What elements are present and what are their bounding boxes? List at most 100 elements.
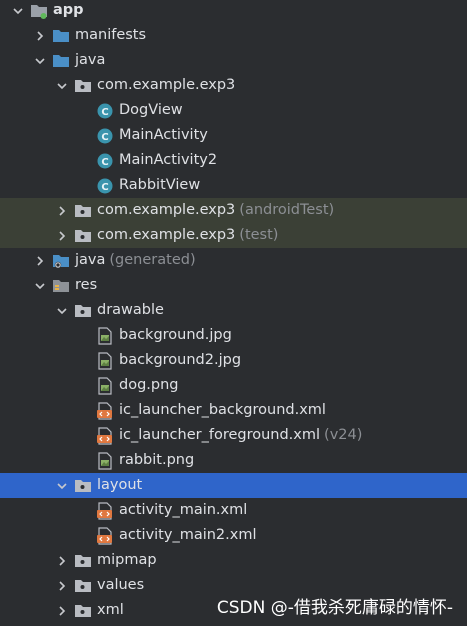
tree-item-suffix: (test) (239, 227, 279, 243)
tree-item-label: activity_main2.xml (119, 527, 257, 543)
package-icon (74, 202, 92, 220)
tree-item-suffix: (androidTest) (239, 202, 335, 218)
tree-item-label: background2.jpg (119, 352, 242, 368)
tree-item-activity-main2-xml[interactable]: activity_main2.xml (0, 523, 467, 548)
chevron-right-icon[interactable] (54, 603, 70, 619)
chevron-right-icon[interactable] (54, 553, 70, 569)
package-icon (74, 577, 92, 595)
image-file-icon (96, 376, 114, 395)
tree-item-label: com.example.exp3 (97, 227, 236, 243)
tree-item-label: activity_main.xml (119, 502, 248, 518)
tree-item-java-generated[interactable]: java (generated) (0, 248, 467, 273)
tree-item-drawable[interactable]: drawable (0, 298, 467, 323)
chevron-down-icon[interactable] (32, 53, 48, 69)
tree-item-label: com.example.exp3 (97, 77, 236, 93)
package-icon (74, 77, 92, 95)
package-icon (74, 552, 92, 570)
svg-text:C: C (101, 132, 108, 143)
tree-item-label: dog.png (119, 377, 179, 393)
tree-item-suffix: (generated) (109, 252, 196, 268)
project-tree: app manifests java com.example.exp3 C DogView… (0, 0, 467, 626)
tree-item-ic-launcher-foreground-xml-v24[interactable]: ic_launcher_foreground.xml (v24) (0, 423, 467, 448)
chevron-right-icon[interactable] (54, 228, 70, 244)
folder-icon (52, 27, 70, 45)
tree-item-label: ic_launcher_foreground.xml (119, 427, 321, 443)
tree-item-res[interactable]: res (0, 273, 467, 298)
tree-item-label: drawable (97, 302, 164, 318)
watermark: CSDN @-借我杀死庸碌的情怀- (216, 598, 453, 618)
tree-item-background2-jpg[interactable]: background2.jpg (0, 348, 467, 373)
tree-item-label: java (75, 252, 106, 268)
chevron-down-icon[interactable] (10, 3, 26, 19)
image-file-icon (96, 326, 114, 345)
tree-item-label: DogView (119, 102, 183, 118)
tree-item-com-example-exp3-test[interactable]: com.example.exp3 (test) (0, 223, 467, 248)
svg-text:C: C (101, 157, 108, 168)
tree-item-label: ic_launcher_background.xml (119, 402, 326, 418)
tree-item-label: manifests (75, 27, 147, 43)
chevron-down-icon[interactable] (54, 478, 70, 494)
tree-item-label: RabbitView (119, 177, 201, 193)
tree-item-java[interactable]: java (0, 48, 467, 73)
chevron-right-icon[interactable] (32, 253, 48, 269)
xml-file-icon (96, 526, 114, 545)
xml-file-icon (96, 501, 114, 520)
tree-item-label: app (53, 2, 84, 18)
tree-item-com-example-exp3-androidtest[interactable]: com.example.exp3 (androidTest) (0, 198, 467, 223)
class-icon: C (96, 127, 114, 145)
svg-text:C: C (101, 182, 108, 193)
tree-item-background-jpg[interactable]: background.jpg (0, 323, 467, 348)
class-icon: C (96, 102, 114, 120)
tree-item-label: rabbit.png (119, 452, 195, 468)
chevron-down-icon[interactable] (54, 78, 70, 94)
image-file-icon (96, 351, 114, 370)
tree-item-label: values (97, 577, 145, 593)
tree-item-manifests[interactable]: manifests (0, 23, 467, 48)
folder-icon (52, 52, 70, 70)
xml-file-icon (96, 401, 114, 420)
tree-item-label: mipmap (97, 552, 157, 568)
tree-item-dogview[interactable]: C DogView (0, 98, 467, 123)
tree-item-layout[interactable]: layout (0, 473, 467, 498)
tree-item-dog-png[interactable]: dog.png (0, 373, 467, 398)
package-icon (74, 302, 92, 320)
tree-item-mainactivity[interactable]: C MainActivity (0, 123, 467, 148)
tree-item-label: background.jpg (119, 327, 232, 343)
class-icon: C (96, 152, 114, 170)
tree-item-label: layout (97, 477, 143, 493)
chevron-right-icon[interactable] (54, 578, 70, 594)
svg-text:C: C (101, 107, 108, 118)
chevron-right-icon[interactable] (54, 203, 70, 219)
tree-item-mipmap[interactable]: mipmap (0, 548, 467, 573)
tree-item-activity-main-xml[interactable]: activity_main.xml (0, 498, 467, 523)
chevron-down-icon[interactable] (32, 278, 48, 294)
tree-item-label: res (75, 277, 98, 293)
chevron-down-icon[interactable] (54, 303, 70, 319)
package-icon (74, 227, 92, 245)
package-icon (74, 477, 92, 495)
tree-item-com-example-exp3[interactable]: com.example.exp3 (0, 73, 467, 98)
tree-item-mainactivity2[interactable]: C MainActivity2 (0, 148, 467, 173)
tree-item-rabbit-png[interactable]: rabbit.png (0, 448, 467, 473)
tree-item-ic-launcher-background-xml[interactable]: ic_launcher_background.xml (0, 398, 467, 423)
tree-item-rabbitview[interactable]: C RabbitView (0, 173, 467, 198)
chevron-right-icon[interactable] (32, 28, 48, 44)
tree-item-app[interactable]: app (0, 0, 467, 23)
generated-folder-icon (52, 252, 70, 270)
res-folder-icon (52, 277, 70, 295)
tree-item-label: com.example.exp3 (97, 202, 236, 218)
package-icon (74, 602, 92, 620)
tree-item-suffix: (v24) (324, 427, 363, 443)
image-file-icon (96, 451, 114, 470)
